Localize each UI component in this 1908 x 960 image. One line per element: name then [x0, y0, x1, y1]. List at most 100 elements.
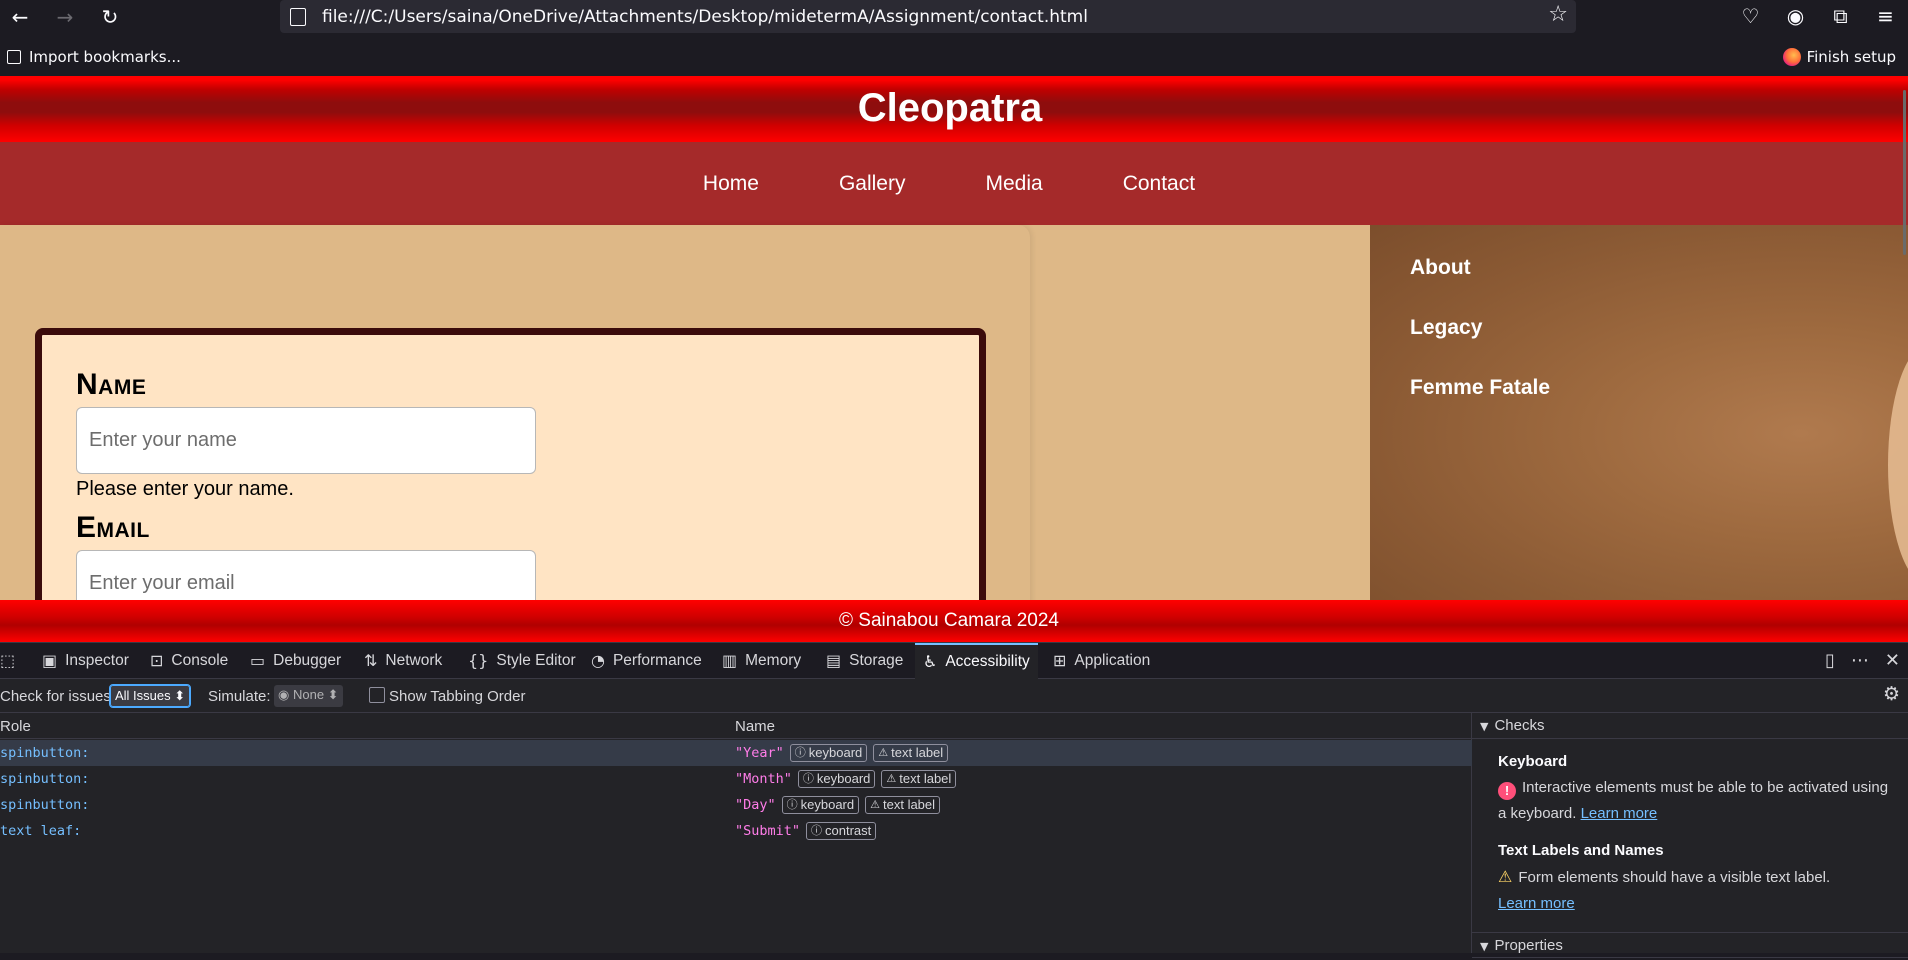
tree-row[interactable]: text leaf: "Submit" ⓘ contrast	[0, 818, 1472, 844]
text-label-badge[interactable]: ⚠ text label	[865, 796, 941, 814]
reload-icon[interactable]: ↻	[96, 3, 124, 31]
keyboard-badge[interactable]: ⓘ keyboard	[781, 796, 860, 814]
side-panel: About Legacy Femme Fatale	[1370, 225, 1908, 642]
braces-icon: {}	[468, 651, 489, 670]
browser-toolbar: ← → ↻ file:///C:/Users/saina/OneDrive/At…	[0, 0, 1908, 34]
inspector-icon: ▣	[42, 651, 58, 670]
nav-media[interactable]: Media	[985, 172, 1042, 196]
learn-more-link[interactable]: Learn more	[1581, 805, 1658, 822]
expand-triangle-icon: ▼	[1480, 720, 1489, 733]
tab-console[interactable]: ⊡ Console	[150, 643, 228, 679]
url-text[interactable]: file:///C:/Users/saina/OneDrive/Attachme…	[322, 7, 1088, 27]
footer-text: © Sainabou Camara 2024	[839, 610, 1059, 631]
properties-header[interactable]: ▼ Properties	[1472, 932, 1908, 958]
tab-memory[interactable]: ▥ Memory	[722, 643, 801, 679]
settings-gear-icon[interactable]: ⚙	[1883, 683, 1900, 705]
forward-icon[interactable]: →	[51, 3, 79, 31]
site-header: Cleopatra	[0, 76, 1908, 142]
devtools-tabbar: ⬚ ▣ Inspector ⊡ Console ▭ Debugger ⇅ Network…	[0, 642, 1908, 679]
expand-triangle-icon: ▼	[1480, 940, 1489, 953]
site-nav: Home Gallery Media Contact	[0, 142, 1908, 225]
account-icon[interactable]: ◉	[1773, 0, 1818, 34]
tab-storage[interactable]: ▤ Storage	[826, 643, 903, 679]
labels-check-text: ⚠ Form elements should have a visible tex…	[1498, 864, 1898, 917]
form-panel: Name Please enter your name. Email	[0, 225, 1030, 642]
menu-icon[interactable]: ≡	[1863, 0, 1908, 34]
extensions-icon[interactable]: ⧉	[1818, 0, 1863, 34]
site-title: Cleopatra	[857, 86, 1043, 130]
accessibility-tree: Role Name spinbutton: "Year" ⓘ keyboard ⚠…	[0, 713, 1472, 953]
pocket-icon[interactable]: ♡	[1728, 0, 1773, 34]
keyboard-check-title: Keyboard	[1498, 753, 1568, 770]
import-bookmarks-button[interactable]: Import bookmarks...	[7, 48, 181, 66]
tab-style-editor[interactable]: {} Style Editor	[468, 643, 576, 679]
simulate-label: Simulate:	[208, 688, 271, 705]
url-bar[interactable]: file:///C:/Users/saina/OneDrive/Attachme…	[280, 0, 1576, 33]
import-icon	[7, 50, 21, 64]
debugger-icon: ▭	[250, 651, 266, 670]
check-issues-label: Check for issues:	[0, 688, 116, 705]
page-scrollbar[interactable]	[1903, 90, 1906, 255]
side-link-about[interactable]: About	[1410, 256, 1471, 280]
tabbing-order-label: Show Tabbing Order	[389, 688, 526, 705]
network-icon: ⇅	[364, 651, 378, 670]
tab-inspector[interactable]: ▣ Inspector	[42, 643, 129, 679]
name-column-header: Name	[735, 718, 776, 735]
email-label: Email	[76, 511, 150, 544]
text-label-badge[interactable]: ⚠ text label	[881, 770, 957, 788]
side-link-femme-fatale[interactable]: Femme Fatale	[1410, 376, 1550, 400]
tree-header: Role Name	[0, 713, 1472, 739]
name-label: Name	[76, 368, 147, 401]
close-devtools-icon[interactable]: ✕	[1885, 650, 1900, 671]
keyboard-badge[interactable]: ⓘ keyboard	[797, 770, 876, 788]
portrait-image	[1888, 345, 1908, 585]
nav-gallery[interactable]: Gallery	[839, 172, 906, 196]
contrast-badge[interactable]: ⓘ contrast	[806, 822, 877, 840]
devtools-panel: ⬚ ▣ Inspector ⊡ Console ▭ Debugger ⇅ Network…	[0, 642, 1908, 958]
tab-debugger[interactable]: ▭ Debugger	[250, 643, 341, 679]
storage-icon: ▤	[826, 651, 842, 670]
nav-contact[interactable]: Contact	[1123, 172, 1195, 196]
tree-row[interactable]: spinbutton: "Month" ⓘ keyboard ⚠ text labe…	[0, 766, 1472, 792]
tabbing-order-checkbox[interactable]	[369, 687, 385, 703]
tab-network[interactable]: ⇅ Network	[364, 643, 442, 679]
keyboard-check-text: ! Interactive elements must be able to be…	[1498, 779, 1889, 822]
bookmarks-bar: Import bookmarks... Finish setup	[0, 38, 1908, 78]
more-options-icon[interactable]: ⋯	[1851, 650, 1869, 671]
error-icon: !	[1498, 782, 1516, 800]
learn-more-link[interactable]: Learn more	[1498, 895, 1575, 912]
bookmark-star-icon[interactable]: ☆	[1548, 2, 1568, 27]
site-footer: © Sainabou Camara 2024	[0, 600, 1908, 642]
role-column-header: Role	[0, 718, 31, 735]
page-viewport: Cleopatra Home Gallery Media Contact Nam…	[0, 76, 1908, 642]
check-issues-select[interactable]: All Issues ⬍	[108, 684, 192, 708]
application-icon: ⊞	[1053, 651, 1067, 670]
simulate-select[interactable]: ◉ None ⬍	[274, 685, 343, 707]
tree-row[interactable]: spinbutton: "Year" ⓘ keyboard ⚠ text label	[0, 740, 1472, 766]
main-area: Name Please enter your name. Email	[0, 225, 1370, 642]
keyboard-badge[interactable]: ⓘ keyboard	[789, 744, 868, 762]
tab-application[interactable]: ⊞ Application	[1053, 643, 1150, 679]
nav-home[interactable]: Home	[703, 172, 759, 196]
console-icon: ⊡	[150, 651, 164, 670]
tree-row[interactable]: spinbutton: "Day" ⓘ keyboard ⚠ text label	[0, 792, 1472, 818]
warning-icon: ⚠	[1498, 867, 1513, 886]
performance-icon: ◔	[591, 651, 605, 670]
checks-sidebar: ▼ Checks Keyboard ! Interactive elements m…	[1472, 713, 1908, 958]
side-link-legacy[interactable]: Legacy	[1410, 316, 1482, 340]
text-label-badge[interactable]: ⚠ text label	[873, 744, 949, 762]
dock-icon[interactable]: ▯	[1825, 650, 1835, 671]
name-input[interactable]	[76, 407, 536, 474]
finish-setup-button[interactable]: Finish setup	[1782, 48, 1896, 66]
contact-form: Name Please enter your name. Email	[35, 328, 986, 642]
firefox-icon	[1782, 48, 1801, 66]
element-picker-icon[interactable]: ⬚	[0, 643, 15, 679]
page-icon	[290, 7, 306, 26]
memory-icon: ▥	[722, 651, 738, 670]
labels-check-title: Text Labels and Names	[1498, 842, 1664, 859]
checks-header[interactable]: ▼ Checks	[1472, 713, 1908, 739]
back-icon[interactable]: ←	[6, 3, 34, 31]
accessibility-icon: ♿	[923, 652, 938, 671]
tab-accessibility[interactable]: ♿ Accessibility	[915, 643, 1038, 679]
tab-performance[interactable]: ◔ Performance	[591, 643, 702, 679]
